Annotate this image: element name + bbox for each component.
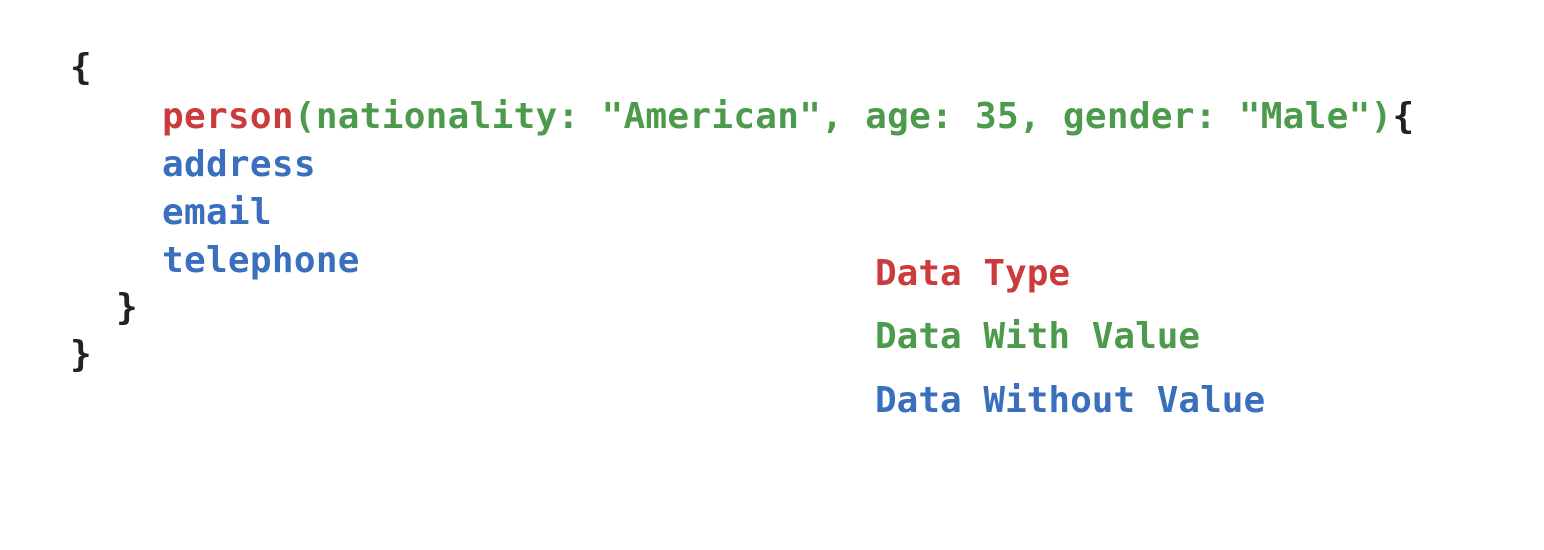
type-name: person <box>162 96 294 137</box>
legend-data-without-value: Data Without Value <box>875 380 1266 421</box>
field-address: address <box>162 144 316 185</box>
inner-open-brace: { <box>1392 96 1415 137</box>
legend-data-with-value: Data With Value <box>875 316 1201 357</box>
field-email: email <box>162 192 272 233</box>
query-type-line: person(nationality: "American", age: 35,… <box>162 93 1415 141</box>
inner-close-brace: } <box>116 287 138 328</box>
outer-close-brace: } <box>70 334 92 375</box>
outer-open-brace: { <box>70 47 92 88</box>
field-telephone: telephone <box>162 240 360 281</box>
legend-data-type: Data Type <box>875 253 1071 294</box>
type-arguments: (nationality: "American", age: 35, gende… <box>293 96 1393 137</box>
graphql-query-code: { person(nationality: "American", age: 3… <box>0 0 1544 550</box>
